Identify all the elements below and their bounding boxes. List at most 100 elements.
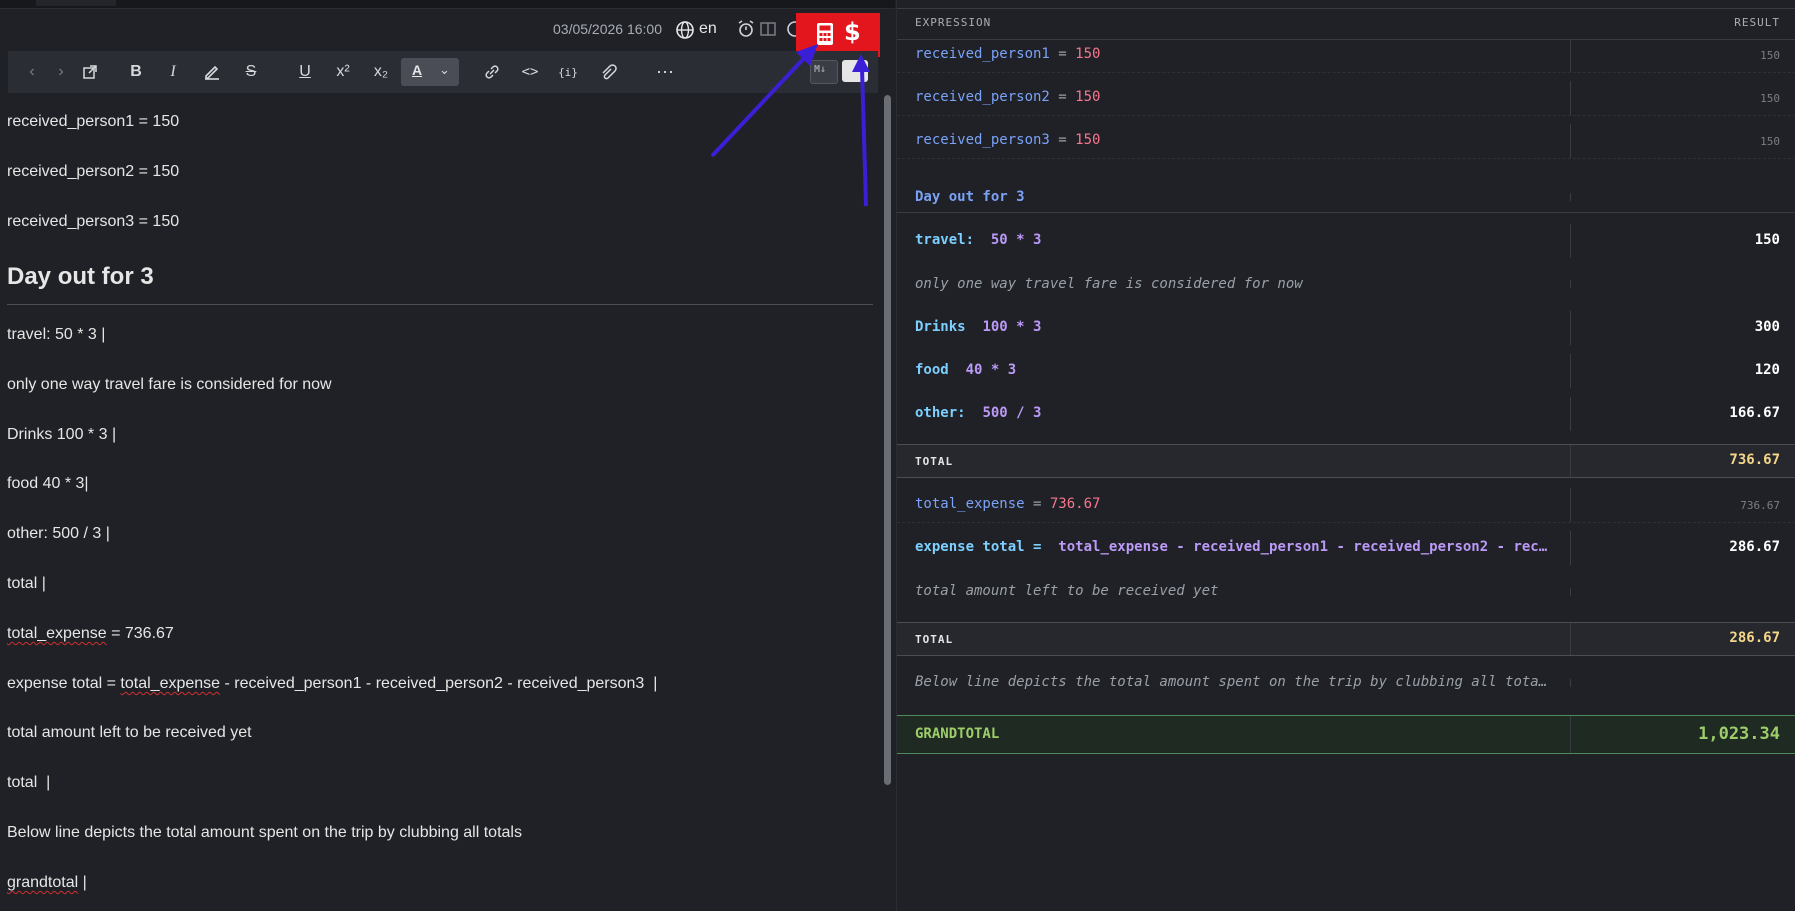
result-row[interactable]: travel: 50 * 3 150: [897, 224, 1795, 258]
result-row[interactable]: total_expense = 736.67 736.67: [897, 488, 1795, 523]
markdown-mode-button[interactable]: M↓: [810, 60, 838, 84]
column-divider: [1570, 623, 1571, 655]
column-divider: [1570, 679, 1571, 687]
underline-icon[interactable]: U: [292, 59, 318, 85]
line-label: expense total =: [915, 539, 1042, 555]
editor-line: other: 500 / 3 |: [7, 525, 110, 542]
forward-icon[interactable]: ›: [48, 59, 74, 85]
highlighter-icon[interactable]: [199, 59, 225, 85]
result-row[interactable]: received_person1 = 150 150: [897, 39, 1795, 73]
column-divider: [1570, 716, 1571, 753]
results-panel: EXPRESSION RESULT received_person1 = 150…: [896, 0, 1795, 911]
text-color-picker[interactable]: A ⌄: [401, 58, 459, 86]
result-heading-row[interactable]: Day out for 3: [897, 184, 1795, 213]
editor-line: Below line depicts the total amount spen…: [7, 824, 522, 841]
variable-token: grandtotal: [7, 874, 79, 891]
line-label: food: [915, 362, 949, 378]
text-color-icon: A: [412, 62, 423, 78]
comment-text: total amount left to be received yet: [915, 583, 1219, 599]
strikethrough-icon[interactable]: S: [238, 59, 264, 85]
back-icon[interactable]: ‹: [19, 59, 45, 85]
result-row[interactable]: Below line depicts the total amount spen…: [897, 669, 1795, 697]
number: 736.67: [1049, 496, 1101, 512]
open-external-icon[interactable]: [77, 59, 103, 85]
expression-column-header: EXPRESSION: [915, 16, 992, 29]
editor-line: received_person1 = 150: [7, 113, 180, 130]
variable: received_person1: [915, 46, 1050, 62]
heading-divider: [7, 304, 873, 305]
result-value: 120: [1754, 362, 1780, 378]
number: 150: [1075, 89, 1101, 105]
result-row[interactable]: expense total = total_expense - received…: [897, 531, 1795, 565]
dollar-icon[interactable]: $: [844, 18, 861, 46]
grandtotal-label: GRANDTOTAL: [915, 726, 1000, 742]
line-label: other:: [915, 405, 966, 421]
subscript-icon[interactable]: x₂: [368, 59, 394, 85]
editor-pane: 03/05/2026 16:00 en $ ‹ › B I S U x² x₂ …: [0, 0, 895, 911]
variable: received_person3: [915, 132, 1050, 148]
grandtotal-row[interactable]: GRANDTOTAL 1,023.34: [897, 715, 1795, 754]
column-divider: [1570, 531, 1571, 565]
result-row[interactable]: only one way travel fare is considered f…: [897, 270, 1795, 298]
expression: received_person1 = 150: [915, 46, 1100, 62]
expression: Drinks 100 * 3: [915, 319, 1041, 335]
editor-line: Drinks 100 * 3 |: [7, 426, 117, 443]
tab-indicator[interactable]: [36, 0, 116, 6]
split-view-icon[interactable]: [758, 19, 778, 39]
result-row[interactable]: total amount left to be received yet: [897, 578, 1795, 606]
result-row[interactable]: received_person2 = 150 150: [897, 81, 1795, 116]
column-divider: [1570, 193, 1571, 201]
variable: received_person2: [915, 89, 1050, 105]
number: 150: [1075, 46, 1101, 62]
total-row[interactable]: TOTAL 736.67: [897, 444, 1795, 478]
calc-expression: 100 * 3: [982, 319, 1042, 335]
line-text: |: [78, 874, 87, 891]
result-row[interactable]: other: 500 / 3 166.67: [897, 397, 1795, 431]
expression: expense total = total_expense - received…: [915, 539, 1547, 555]
expression: travel: 50 * 3: [915, 232, 1041, 248]
alarm-icon[interactable]: [736, 19, 756, 39]
variable: total_expense: [915, 496, 1025, 512]
total-value: 736.67: [1729, 452, 1780, 468]
editor-line: food 40 * 3|: [7, 475, 89, 492]
column-divider: [1570, 39, 1571, 72]
code-block-icon[interactable]: {i}: [555, 59, 581, 85]
attachment-icon[interactable]: [595, 59, 621, 85]
operator: =: [1024, 496, 1050, 512]
more-icon[interactable]: ⋯: [652, 59, 678, 85]
editor-line: only one way travel fare is considered f…: [7, 376, 332, 393]
link-icon[interactable]: [479, 59, 505, 85]
editor-line: grandtotal |: [7, 874, 87, 892]
globe-icon[interactable]: [675, 20, 695, 40]
result-value: 166.67: [1729, 405, 1780, 421]
expression: received_person3 = 150: [915, 132, 1100, 148]
superscript-icon[interactable]: x²: [330, 59, 356, 85]
result-value: 286.67: [1729, 539, 1780, 555]
section-heading: Day out for 3: [915, 189, 1025, 205]
result-column-header: RESULT: [1734, 16, 1780, 29]
result-row[interactable]: food 40 * 3 120: [897, 354, 1795, 388]
total-row[interactable]: TOTAL 286.67: [897, 622, 1795, 656]
editor-scrollbar[interactable]: [884, 95, 891, 785]
result-row[interactable]: Drinks 100 * 3 300: [897, 311, 1795, 345]
column-divider: [1570, 397, 1571, 431]
variable-token: total_expense: [120, 675, 221, 692]
column-divider: [1570, 311, 1571, 345]
italic-icon[interactable]: I: [160, 59, 186, 85]
column-divider: [1570, 124, 1571, 158]
chevron-down-icon: ⌄: [439, 62, 450, 77]
format-toolbar: ‹ › B I S U x² x₂ A ⌄ <> {i} ⋯ M↓: [8, 51, 878, 93]
language-selector[interactable]: en: [699, 20, 717, 38]
expression: total_expense = 736.67: [915, 496, 1100, 512]
result-value: 150: [1760, 92, 1780, 105]
bold-icon[interactable]: B: [123, 59, 149, 85]
result-row[interactable]: received_person3 = 150 150: [897, 124, 1795, 159]
calc-expression: 50 * 3: [990, 232, 1042, 248]
code-icon[interactable]: <>: [517, 59, 543, 85]
line-text: expense total =: [7, 675, 121, 692]
wysiwyg-mode-button[interactable]: [842, 60, 868, 82]
calculator-icon[interactable]: [814, 22, 836, 46]
line-text: = 736.67: [106, 625, 174, 642]
editor-content[interactable]: received_person1 = 150 received_person2 …: [7, 93, 873, 911]
editor-line: total |: [7, 575, 46, 592]
